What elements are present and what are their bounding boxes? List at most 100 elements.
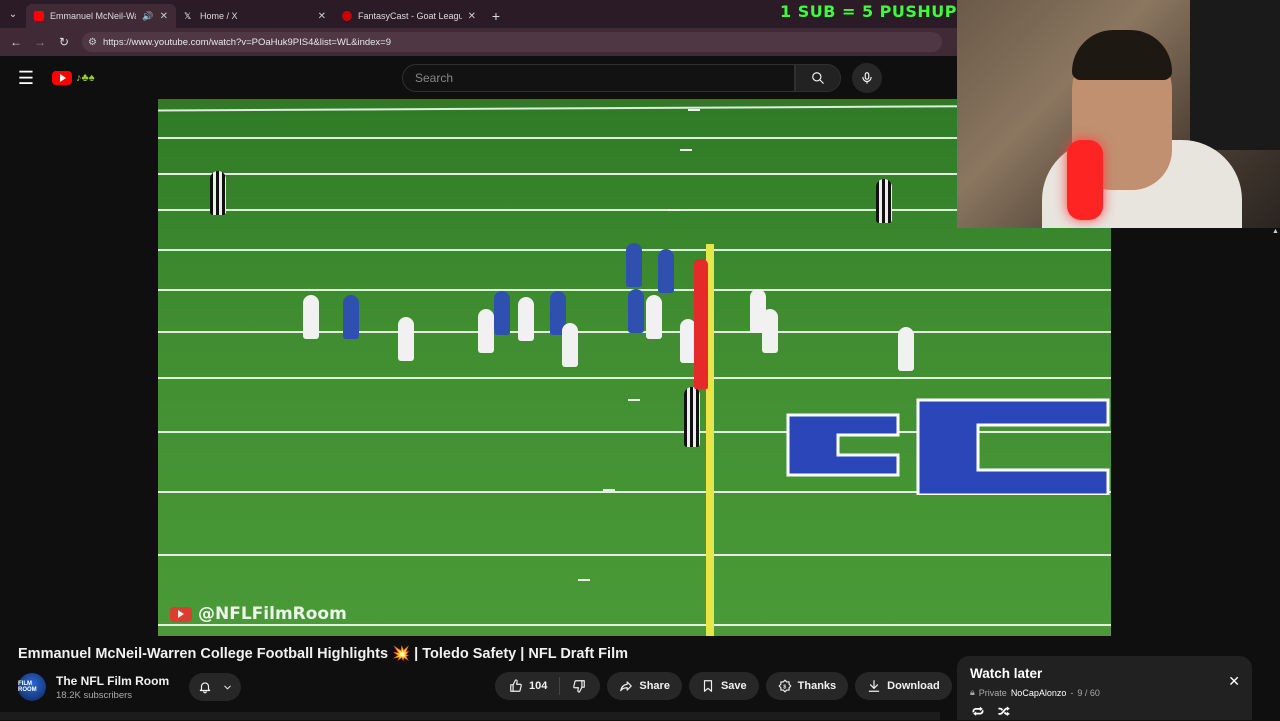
playlist-panel: Watch later 🔒︎ Private NoCapAlonzo - 9 /… <box>957 656 1252 720</box>
hash-mark <box>603 489 615 491</box>
loop-icon[interactable]: 🔁︎ <box>972 704 984 721</box>
background-window <box>1190 0 1280 150</box>
goal-post-pad <box>694 259 708 389</box>
bell-icon <box>199 682 210 694</box>
description-box-edge <box>0 712 940 720</box>
new-tab-button[interactable]: + <box>484 4 508 28</box>
playlist-meta: 🔒︎ Private NoCapAlonzo - 9 / 60 <box>970 687 1239 698</box>
close-tab-icon[interactable]: ✕ <box>318 11 326 22</box>
share-icon <box>620 681 633 692</box>
youtube-favicon-icon <box>34 11 44 21</box>
playlist-position: 9 / 60 <box>1077 687 1100 698</box>
youtube-play-icon <box>52 71 72 85</box>
playlist-privacy: Private <box>978 687 1007 698</box>
player <box>626 243 642 287</box>
tab-title: FantasyCast - Goat League - ES <box>358 11 462 21</box>
lock-icon: 🔒︎ <box>970 687 975 697</box>
tab-title: Emmanuel McNeil-Warren <box>50 11 136 21</box>
address-bar-row: ← → ↻ ⚙ https://www.youtube.com/watch?v=… <box>0 28 957 56</box>
download-label: Download <box>887 680 940 692</box>
hash-mark <box>578 579 590 581</box>
player <box>658 249 674 293</box>
channel-info: The NFL Film Room 18.2K subscribers <box>56 674 169 701</box>
subscriber-count: 18.2K subscribers <box>56 689 133 701</box>
player <box>478 309 494 353</box>
share-label: Share <box>639 680 670 692</box>
player <box>646 295 662 339</box>
search-box[interactable] <box>402 64 795 92</box>
player <box>562 323 578 367</box>
youtube-logo[interactable]: ♪♣♠ <box>52 71 95 85</box>
thanks-label: Thanks <box>797 680 837 692</box>
playlist-title[interactable]: Watch later <box>970 666 1239 681</box>
player <box>628 289 644 333</box>
promo-text: 1 SUB = 5 PUSHUPS <box>780 2 970 21</box>
thumbs-up-icon <box>510 679 522 692</box>
close-tab-icon[interactable]: ✕ <box>160 11 168 22</box>
yard-line <box>158 554 1111 556</box>
reload-icon[interactable]: ↻ <box>52 30 76 54</box>
share-button[interactable]: Share <box>607 672 682 700</box>
player <box>303 295 319 339</box>
player <box>398 317 414 361</box>
video-title: Emmanuel McNeil-Warren College Football … <box>18 646 628 662</box>
tab-fantasycast[interactable]: FantasyCast - Goat League - ES ✕ <box>334 4 484 28</box>
webcam-overlay <box>957 0 1280 228</box>
yard-line <box>158 377 1111 379</box>
microphone-light <box>1067 140 1103 220</box>
tab-title: Home / X <box>200 11 238 21</box>
player <box>898 327 914 371</box>
svg-text:$: $ <box>783 684 786 690</box>
midfield-logo <box>786 398 1110 495</box>
x-favicon-icon: 𝕏 <box>184 11 192 21</box>
avatar-text: FILM ROOM <box>18 681 37 693</box>
like-dislike-group: 104 <box>495 672 601 700</box>
url-field[interactable]: ⚙ https://www.youtube.com/watch?v=POaHuk… <box>82 32 942 52</box>
referee <box>876 179 892 223</box>
forward-arrow-icon[interactable]: → <box>28 30 52 54</box>
thanks-button[interactable]: $ Thanks <box>765 672 849 700</box>
player <box>762 309 778 353</box>
streamer-hair <box>1072 30 1172 80</box>
save-button[interactable]: Save <box>688 672 759 700</box>
referee <box>684 387 700 447</box>
back-arrow-icon[interactable]: ← <box>4 30 28 54</box>
close-tab-icon[interactable]: ✕ <box>468 11 476 22</box>
tab-search-icon[interactable]: ⌄ <box>0 0 26 28</box>
bookmark-icon <box>703 680 713 692</box>
search-button[interactable] <box>795 64 841 92</box>
separator: - <box>1070 687 1074 698</box>
hash-mark <box>688 109 700 111</box>
search-input[interactable] <box>415 71 794 85</box>
channel-avatar[interactable]: FILM ROOM <box>18 673 46 701</box>
close-icon[interactable]: ✕ <box>1228 673 1240 690</box>
like-count: 104 <box>529 680 548 692</box>
tab-x[interactable]: 𝕏 Home / X ✕ <box>176 4 334 28</box>
playlist-owner[interactable]: NoCapAlonzo <box>1011 688 1067 698</box>
search-icon <box>812 72 824 84</box>
channel-watermark: @NFLFilmRoom <box>170 604 347 624</box>
microphone-icon <box>862 72 872 84</box>
speaker-icon[interactable]: 🔊 <box>142 11 153 22</box>
tab-youtube[interactable]: Emmanuel McNeil-Warren 🔊 ✕ <box>26 4 176 28</box>
url-text: https://www.youtube.com/watch?v=POaHuk9P… <box>102 36 392 48</box>
menu-icon[interactable]: ☰ <box>0 56 52 100</box>
referee <box>210 171 226 215</box>
player <box>494 291 510 335</box>
dislike-button[interactable] <box>560 679 600 693</box>
download-button[interactable]: Download <box>855 672 952 700</box>
shuffle-icon[interactable]: 🔀︎ <box>998 704 1010 721</box>
chevron-down-icon <box>223 685 231 689</box>
yard-line <box>158 624 1111 626</box>
playlist-controls: 🔁︎ 🔀︎ <box>972 704 1010 721</box>
hash-mark <box>668 209 680 211</box>
like-button[interactable]: 104 <box>495 677 561 695</box>
youtube-logo-icon <box>170 606 192 622</box>
player <box>343 295 359 339</box>
doodle-icon: ♪♣♠ <box>76 72 95 84</box>
voice-search-button[interactable] <box>852 63 882 93</box>
channel-name[interactable]: The NFL Film Room <box>56 674 169 688</box>
scroll-up-icon[interactable]: ▲ <box>1272 228 1279 236</box>
notifications-button[interactable] <box>189 673 242 701</box>
site-info-icon[interactable]: ⚙ <box>88 37 97 48</box>
